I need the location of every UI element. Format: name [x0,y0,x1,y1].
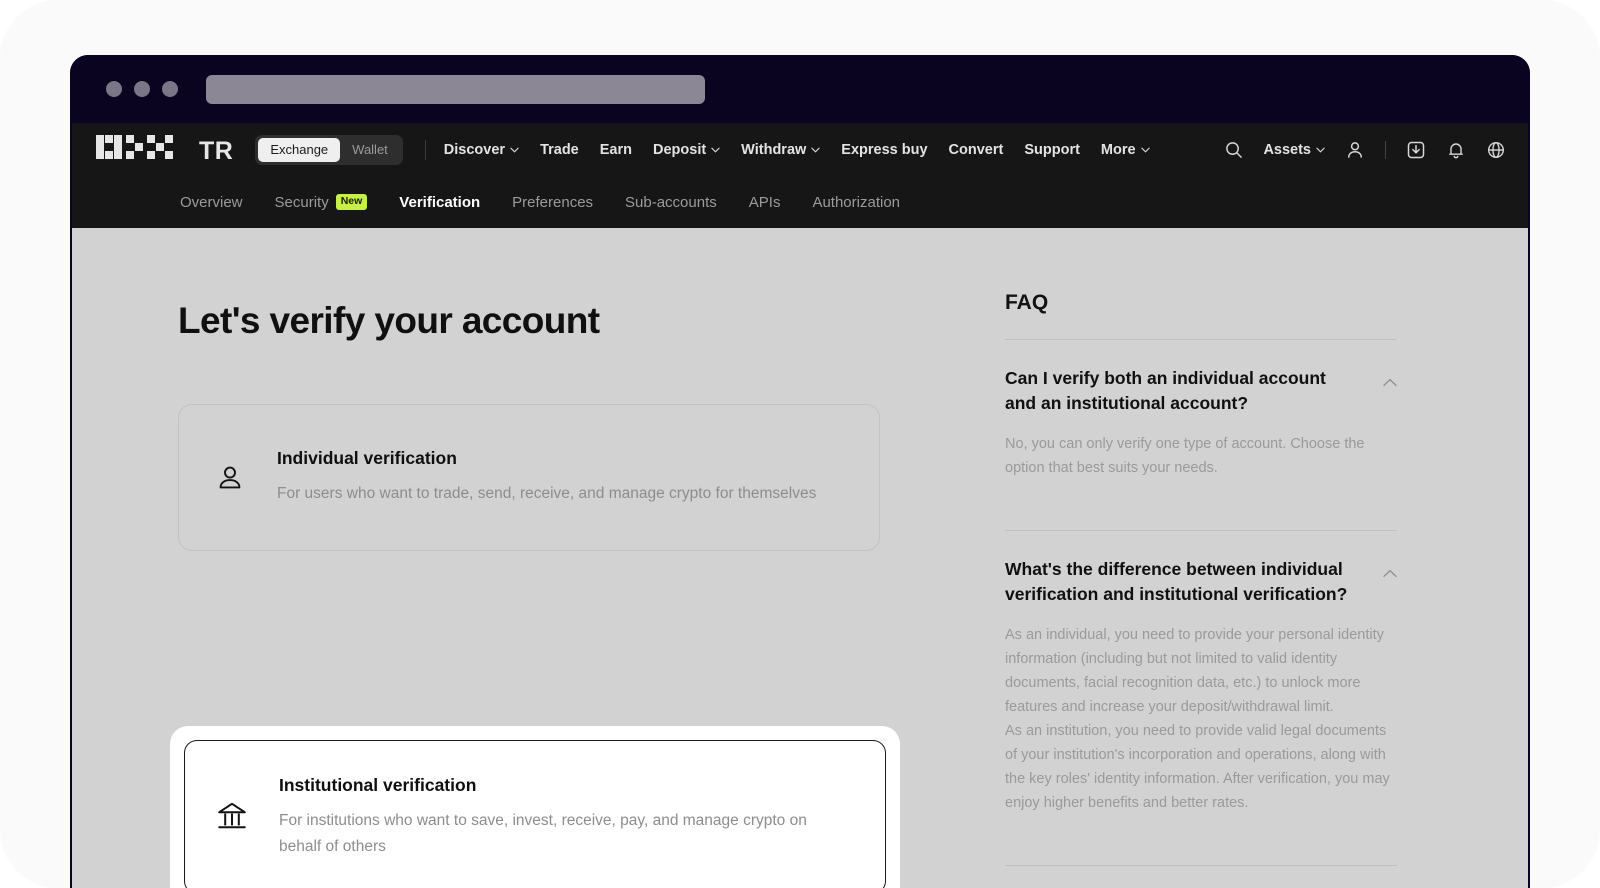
nav-divider [424,139,426,160]
nav-link-label: Discover [443,141,506,158]
faq-question-row[interactable]: What's the difference between individual… [1005,557,1397,607]
chevron-down-icon [711,147,720,153]
bank-icon [213,800,251,834]
search-icon[interactable] [1224,140,1243,159]
nav-link-discover[interactable]: Discover [444,142,519,158]
nav-link-deposit[interactable]: Deposit [653,142,720,158]
nav-link-withdraw[interactable]: Withdraw [741,142,820,158]
option-card-text: Individual verification For users who wa… [277,448,816,506]
faq-divider [1005,865,1397,866]
subnav-item-verification[interactable]: Verification [399,194,480,211]
nav-link-label: Withdraw [741,141,807,158]
option-title: Institutional verification [279,775,477,796]
nav-link-label: Deposit [653,141,707,158]
screenshot-frame: TR Exchange Wallet Discover Trade Earn D… [0,0,1600,888]
brand-logo[interactable]: TR [96,135,233,164]
option-title: Individual verification [277,448,457,469]
nav-right-cluster: Assets [1224,140,1506,160]
verification-column: Let's verify your account Individual ver… [178,228,888,551]
chevron-down-icon [811,147,820,153]
maximize-dot[interactable] [162,81,178,97]
option-card-institutional-highlight: Institutional verification For instituti… [170,726,900,888]
faq-panel: FAQ Can I verify both an individual acco… [1005,228,1397,866]
nav-right-divider [1385,140,1386,159]
address-bar[interactable] [206,74,705,104]
faq-spacer [1005,815,1397,841]
bell-icon[interactable] [1446,140,1466,160]
toggle-option-wallet[interactable]: Wallet [340,138,400,162]
traffic-lights [106,81,178,97]
faq-item[interactable]: Can I verify both an individual account … [1005,340,1397,480]
nav-link-trade[interactable]: Trade [540,142,579,158]
chevron-down-icon [1140,147,1150,153]
subnav-item-label: Security [274,193,329,211]
faq-question: What's the difference between individual… [1005,558,1348,604]
chevron-up-icon[interactable] [1383,374,1397,392]
faq-question-row[interactable]: Can I verify both an individual account … [1005,366,1397,416]
nav-link-more[interactable]: More [1101,142,1150,158]
close-dot[interactable] [106,81,122,97]
toggle-option-exchange[interactable]: Exchange [258,137,341,162]
subnav-item-overview[interactable]: Overview [180,194,243,211]
assets-label: Assets [1263,141,1311,158]
page-title: Let's verify your account [178,300,600,341]
nav-link-earn[interactable]: Earn [600,142,632,158]
subnav-item-preferences[interactable]: Preferences [512,194,593,211]
brand-suffix: TR [199,137,234,165]
subnav-item-apis[interactable]: APIs [749,194,781,211]
subnav-item-authorization[interactable]: Authorization [812,194,900,211]
option-card-text: Institutional verification For instituti… [279,775,849,858]
faq-title: FAQ [1005,291,1049,314]
faq-question: Can I verify both an individual account … [1005,368,1326,413]
nav-link-convert[interactable]: Convert [949,142,1004,158]
nav-link-express-buy[interactable]: Express buy [841,142,927,158]
nav-link-assets[interactable]: Assets [1263,142,1325,158]
page-body: Let's verify your account Individual ver… [72,228,1528,888]
subnav-item-sub-accounts[interactable]: Sub-accounts [625,194,717,211]
account-subnav: Overview Security New Verification Prefe… [72,176,1528,228]
faq-answer: No, you can only verify one type of acco… [1005,435,1365,476]
browser-window: TR Exchange Wallet Discover Trade Earn D… [70,55,1530,888]
option-card-institutional[interactable]: Institutional verification For instituti… [184,740,886,888]
user-icon[interactable] [1345,140,1365,160]
faq-item[interactable]: What's the difference between individual… [1005,531,1397,815]
main-navigation-bar: TR Exchange Wallet Discover Trade Earn D… [72,123,1528,176]
product-toggle[interactable]: Exchange Wallet [255,134,403,165]
minimize-dot[interactable] [134,81,150,97]
nav-link-label: More [1100,141,1136,158]
download-icon[interactable] [1406,140,1426,160]
option-description: For users who want to trade, send, recei… [277,485,817,503]
globe-icon[interactable] [1486,140,1506,160]
faq-spacer [1005,480,1397,506]
chevron-up-icon[interactable] [1383,565,1397,583]
faq-answer: As an individual, you need to provide yo… [1005,626,1390,811]
okx-logo-icon [96,135,173,159]
option-description: For institutions who want to save, inves… [279,812,807,855]
chevron-down-icon [510,147,519,153]
chevron-down-icon [1316,147,1325,153]
browser-titlebar [70,55,1530,123]
nav-link-support[interactable]: Support [1024,142,1080,158]
nav-links: Discover Trade Earn Deposit Withdraw Exp… [444,142,1150,158]
subnav-item-security[interactable]: Security New [275,194,368,211]
new-badge: New [335,194,368,210]
site-viewport: TR Exchange Wallet Discover Trade Earn D… [72,123,1528,888]
person-icon [211,463,249,493]
option-card-individual[interactable]: Individual verification For users who wa… [178,404,880,551]
